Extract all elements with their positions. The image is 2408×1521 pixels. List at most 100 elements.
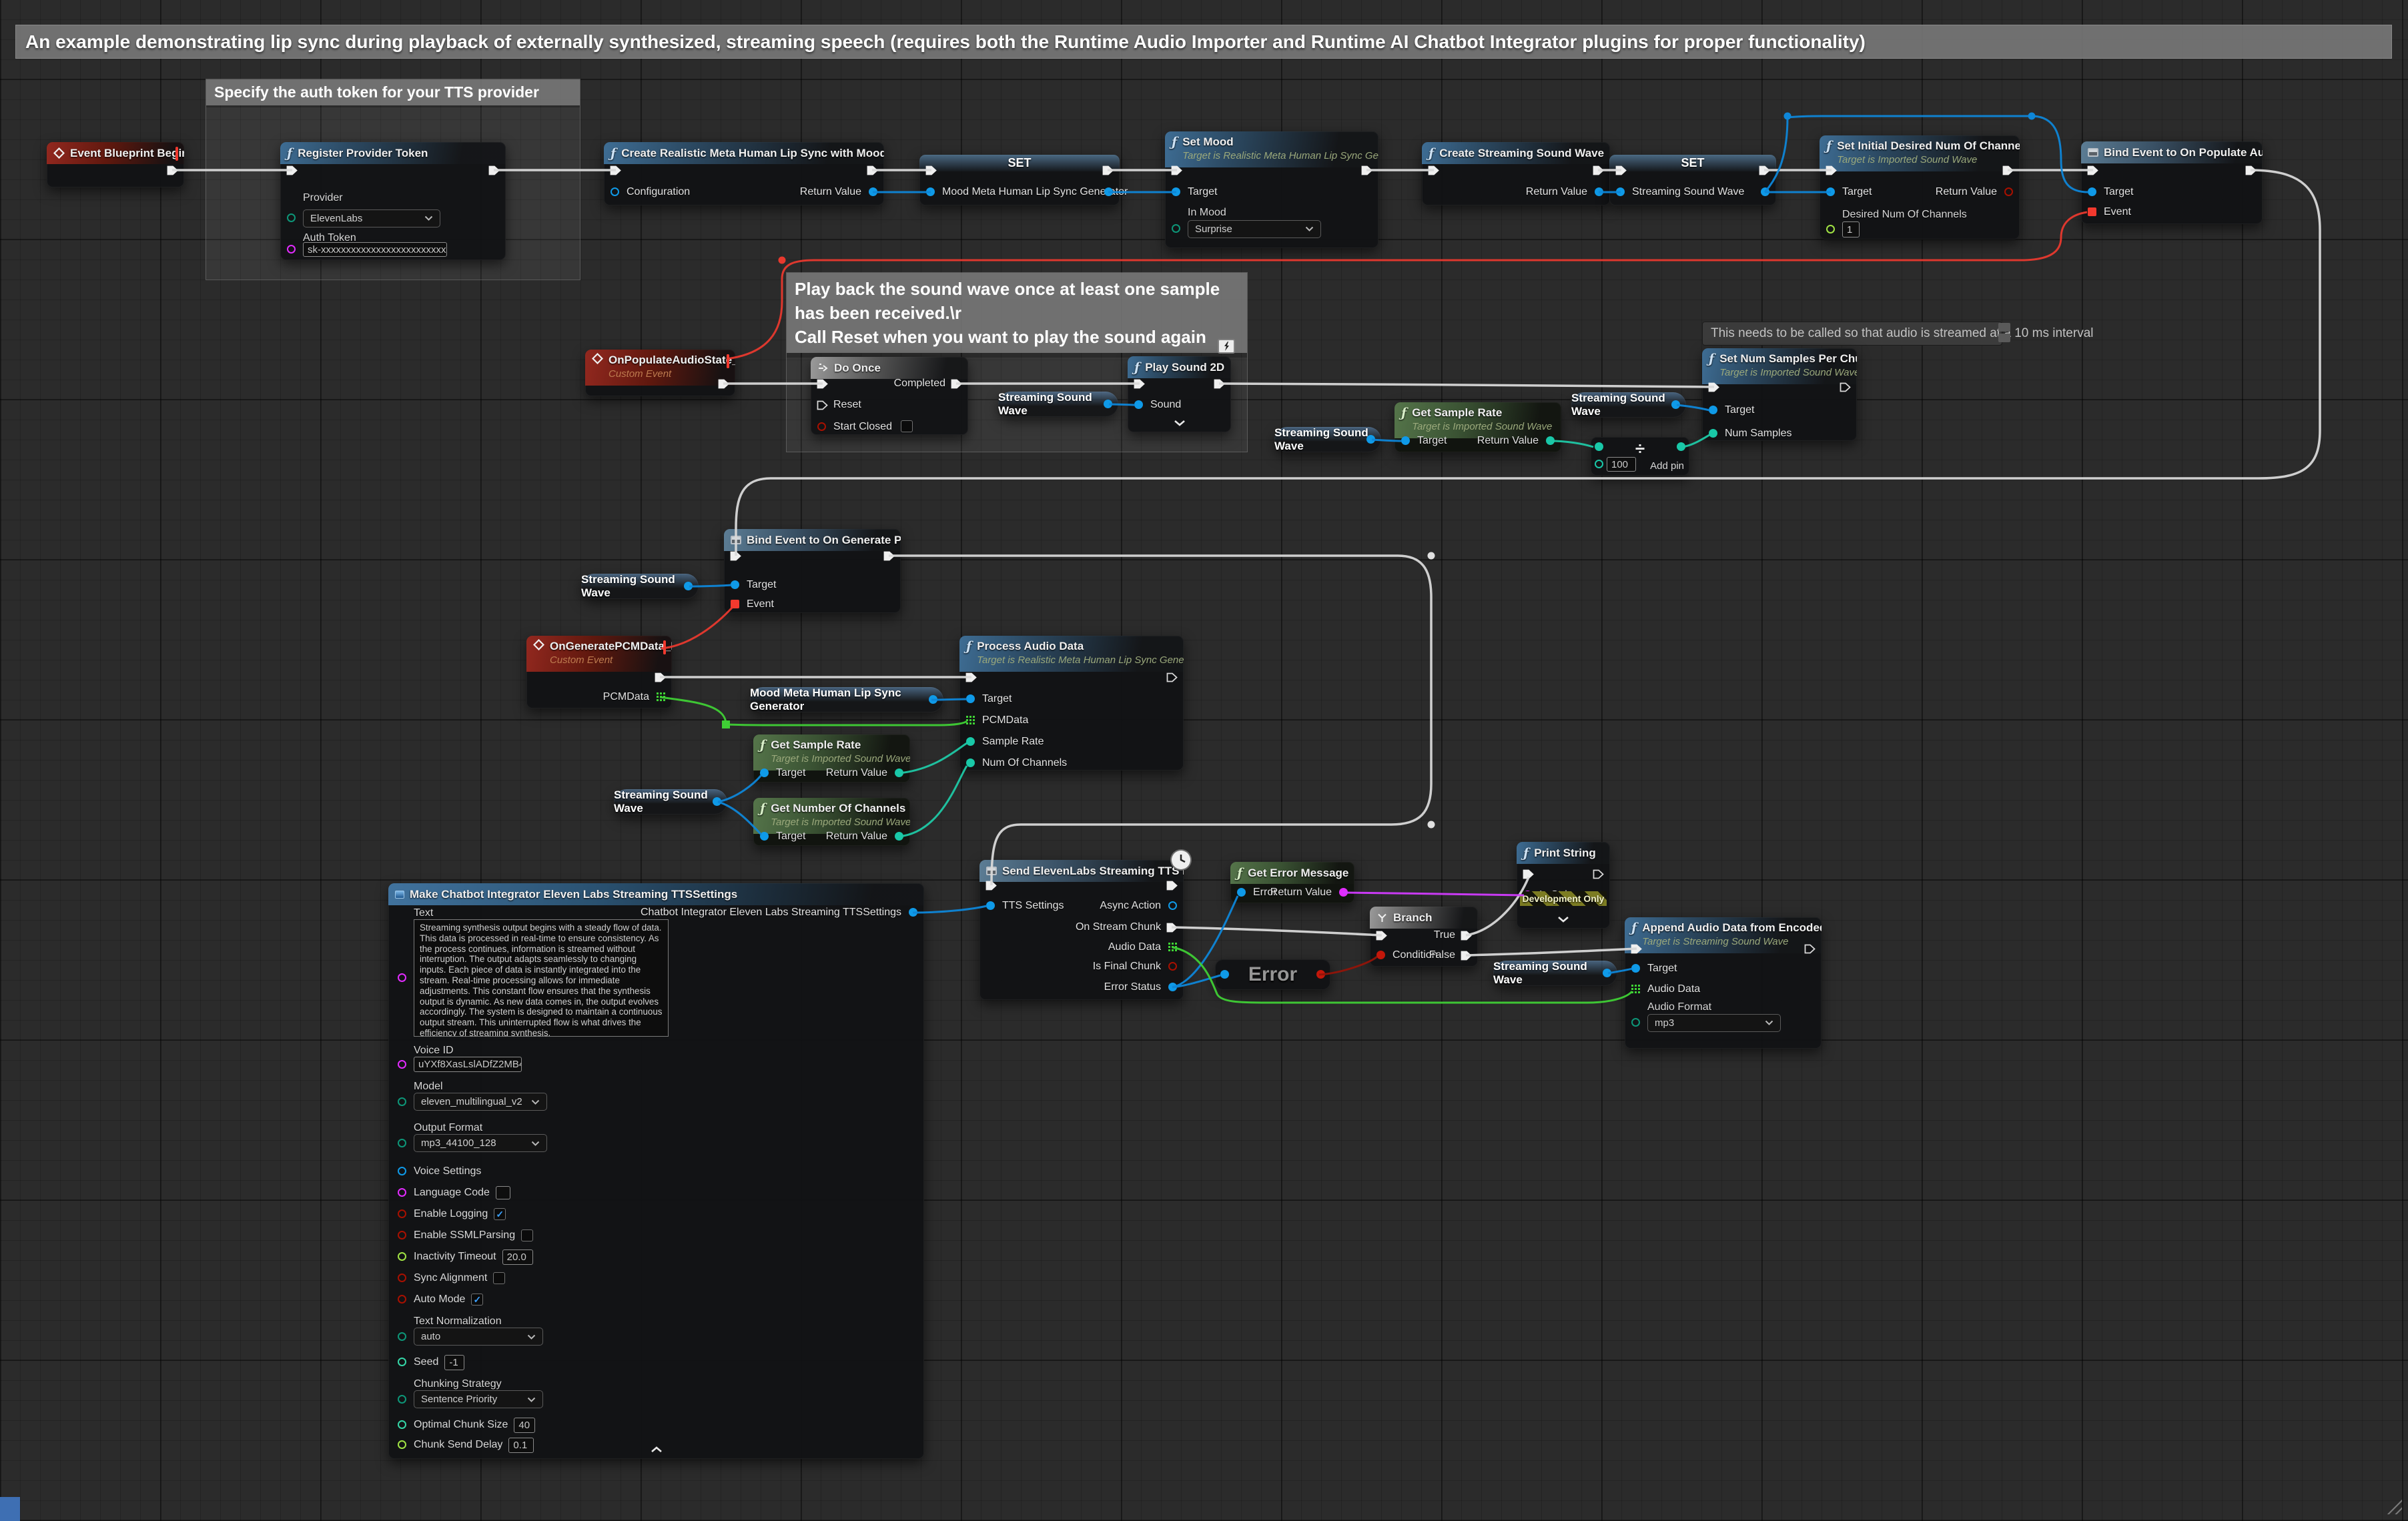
- play-sound-2d[interactable]: ƒPlay Sound 2DSound: [1128, 356, 1231, 432]
- text-input[interactable]: uYXf8XasLslADfZ2MB4u: [414, 1057, 522, 1072]
- Return Value-pin[interactable]: [1339, 888, 1348, 897]
- branch[interactable]: BranchTrueConditionFalse: [1370, 907, 1478, 967]
- Return Value-pin[interactable]: [1546, 436, 1555, 445]
- delegate-pin[interactable]: [727, 356, 729, 368]
- Model-pin[interactable]: [398, 1097, 406, 1106]
- Sound-pin[interactable]: [1134, 400, 1143, 409]
- Return Value-pin[interactable]: [869, 187, 877, 196]
- set-mood-metahuman-generator[interactable]: SETMood Meta Human Lip Sync Generator: [919, 155, 1120, 205]
- create-streaming-sound-wave[interactable]: ƒCreate Streaming Sound WaveReturn Value: [1422, 142, 1610, 205]
- input-pin[interactable]: [1631, 1018, 1640, 1027]
- Chatbot Integrator Eleven Labs Streaming TTSSettings-pin[interactable]: [909, 908, 917, 917]
- Language Code-pin[interactable]: [398, 1188, 406, 1197]
- get-error-message[interactable]: ƒGet Error MessageErrorReturn Value: [1230, 862, 1354, 903]
- Is Final Chunk-pin[interactable]: [1168, 962, 1177, 971]
- checkbox[interactable]: ✓: [494, 1208, 506, 1220]
- Error Status-pin[interactable]: [1168, 983, 1177, 991]
- input-pin[interactable]: [1171, 165, 1182, 175]
- True-pin[interactable]: [1461, 931, 1472, 941]
- send-elevenlabs-streaming-tts-request[interactable]: Send ElevenLabs Streaming TTS RequestTTS…: [979, 860, 1184, 1000]
- input-pin[interactable]: [965, 672, 977, 682]
- reroute-dot-4[interactable]: [779, 257, 786, 264]
- reroute-dot-1[interactable]: [1428, 821, 1435, 829]
- output-pin[interactable]: [167, 165, 178, 175]
- Completed-pin[interactable]: [951, 379, 962, 389]
- dividend-pin[interactable]: [1595, 442, 1603, 451]
- Target-pin[interactable]: [966, 694, 975, 703]
- Start Closed-pin[interactable]: [817, 422, 826, 431]
- Audio Data-pin[interactable]: [1168, 943, 1177, 951]
- Target-pin[interactable]: [1401, 436, 1410, 445]
- Inactivity Timeout-pin[interactable]: [398, 1252, 406, 1261]
- reroute-dot-3[interactable]: [2028, 113, 2036, 120]
- set-num-samples-per-chunk[interactable]: ƒSet Num Samples Per ChunkTarget is Impo…: [1702, 348, 1857, 441]
- output-pin[interactable]: [713, 797, 721, 806]
- Chunking Strategy-pin[interactable]: [398, 1395, 406, 1404]
- delegate-pin[interactable]: [175, 148, 178, 160]
- output-pin[interactable]: [867, 165, 878, 175]
- output-pin[interactable]: [1104, 400, 1112, 408]
- PCMData-pin[interactable]: [657, 692, 665, 701]
- input-pin[interactable]: [1134, 379, 1145, 389]
- input-pin[interactable]: [1172, 224, 1180, 233]
- Async Action-pin[interactable]: [1168, 901, 1177, 910]
- Return Value-pin[interactable]: [1595, 187, 1603, 196]
- output-pin[interactable]: [684, 582, 693, 590]
- divide-node[interactable]: ÷100Add pin: [1591, 437, 1689, 476]
- process-audio-data[interactable]: ƒProcess Audio DataTarget is Realistic M…: [959, 636, 1184, 771]
- output-pin[interactable]: [1104, 187, 1113, 196]
- input-pin[interactable]: [1428, 165, 1439, 175]
- Voice ID-pin[interactable]: [398, 1060, 406, 1069]
- checkbox[interactable]: [901, 420, 913, 432]
- Audio Data-pin[interactable]: [1631, 985, 1640, 993]
- dropdown[interactable]: Surprise: [1188, 220, 1321, 238]
- delegate-pin[interactable]: [663, 642, 666, 654]
- dropdown[interactable]: mp3: [1647, 1014, 1781, 1032]
- input-pin[interactable]: [1826, 165, 1837, 175]
- Num Samples-pin[interactable]: [1709, 429, 1717, 438]
- create-realistic-metahuman-lipsync[interactable]: ƒCreate Realistic Meta Human Lip Sync wi…: [604, 142, 884, 205]
- PCMData-pin[interactable]: [966, 716, 975, 724]
- output-pin[interactable]: [1316, 970, 1325, 979]
- onpopulateaudiostate-event[interactable]: OnPopulateAudioState_EventCustom Event: [585, 350, 735, 396]
- output-pin[interactable]: [1102, 165, 1114, 175]
- Event-pin[interactable]: [731, 600, 739, 608]
- Target-pin[interactable]: [760, 769, 769, 777]
- dropdown[interactable]: eleven_multilingual_v2: [414, 1093, 547, 1111]
- dropdown[interactable]: Sentence Priority: [414, 1390, 543, 1408]
- get-sample-rate-2[interactable]: ƒGet Sample RateTarget is Imported Sound…: [753, 734, 910, 783]
- get-number-of-channels[interactable]: ƒGet Number Of ChannelsTarget is Importe…: [753, 798, 910, 846]
- Return Value-pin[interactable]: [895, 832, 903, 841]
- set-streaming-sound-wave[interactable]: SETStreaming Sound Wave: [1609, 155, 1776, 205]
- text-input[interactable]: sk-xxxxxxxxxxxxxxxxxxxxxxxxxxxxxx: [303, 242, 447, 257]
- input-pin[interactable]: [1376, 931, 1387, 941]
- input-pin[interactable]: [1220, 970, 1229, 979]
- input-pin[interactable]: [1708, 382, 1719, 392]
- False-pin[interactable]: [1461, 951, 1472, 961]
- getter-streaming-sound-wave-2[interactable]: Streaming Sound Wave: [1571, 392, 1686, 418]
- input-pin[interactable]: [817, 379, 828, 389]
- Sample Rate-pin[interactable]: [966, 737, 975, 746]
- Text-pin[interactable]: [398, 973, 406, 982]
- text-input[interactable]: 40: [514, 1418, 535, 1433]
- output-pin[interactable]: [1603, 969, 1611, 977]
- text-input[interactable]: [496, 1186, 510, 1199]
- comment-playback-title[interactable]: Play back the sound wave once at least o…: [787, 273, 1247, 353]
- set-mood[interactable]: ƒSet MoodTarget is Realistic Meta Human …: [1165, 131, 1378, 248]
- On Stream Chunk-pin[interactable]: [1166, 923, 1178, 933]
- output-pin[interactable]: [1840, 382, 1851, 392]
- getter-streaming-sound-wave-4[interactable]: Streaming Sound Wave: [581, 574, 699, 599]
- output-pin[interactable]: [929, 695, 937, 704]
- text-input[interactable]: 1: [1842, 221, 1860, 237]
- Target-pin[interactable]: [1631, 964, 1640, 973]
- divisor-pin[interactable]: [1595, 460, 1603, 468]
- Event-pin[interactable]: [2088, 207, 2096, 216]
- Enable Logging-pin[interactable]: [398, 1209, 406, 1218]
- input-pin[interactable]: [286, 165, 298, 175]
- checkbox[interactable]: ✓: [471, 1294, 483, 1306]
- getter-streaming-sound-wave-3[interactable]: Streaming Sound Wave: [1274, 427, 1381, 452]
- output-pin[interactable]: [1593, 165, 1604, 175]
- getter-streaming-sound-wave-1[interactable]: Streaming Sound Wave: [998, 392, 1118, 417]
- Mood Meta Human Lip Sync Generator-pin[interactable]: [926, 187, 935, 196]
- input-pin[interactable]: [2087, 165, 2098, 175]
